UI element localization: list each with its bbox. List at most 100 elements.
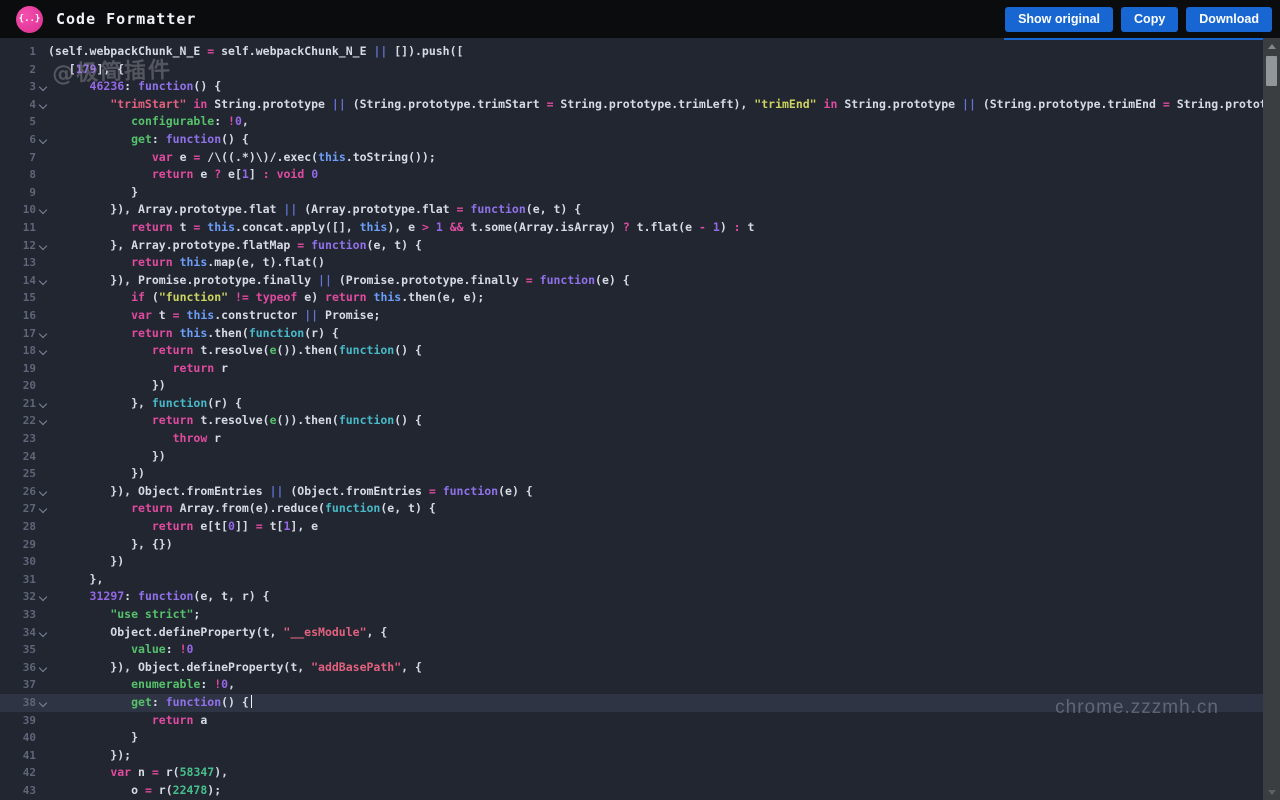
code-line[interactable]: 4 "trimStart" in String.prototype || (St… [0,96,1263,114]
code-line[interactable]: 43 o = r(22478); [0,782,1263,800]
code-line[interactable]: 41 }); [0,747,1263,765]
code-text: return this.then(function(r) { [48,325,339,343]
code-text: return Array.from(e).reduce(function(e, … [48,500,436,518]
fold-chevron-icon[interactable] [36,201,48,219]
fold-chevron-icon[interactable] [36,131,48,149]
code-editor[interactable]: 1(self.webpackChunk_N_E = self.webpackCh… [0,38,1263,800]
code-line[interactable]: 1(self.webpackChunk_N_E = self.webpackCh… [0,43,1263,61]
code-line[interactable]: 38 get: function() { [0,694,1263,712]
code-line[interactable]: 27 return Array.from(e).reduce(function(… [0,500,1263,518]
fold-chevron-icon[interactable] [36,78,48,96]
code-text: if ("function" != typeof e) return this.… [48,289,484,307]
fold-chevron-icon[interactable] [36,624,48,642]
code-line[interactable]: 16 var t = this.constructor || Promise; [0,307,1263,325]
fold-chevron-icon[interactable] [36,588,48,606]
fold-gutter-spacer [36,289,48,307]
app-title: Code Formatter [56,10,196,28]
vertical-scrollbar[interactable] [1263,38,1280,800]
code-line[interactable]: 42 var n = r(58347), [0,764,1263,782]
line-number: 2 [0,61,36,79]
code-text: }), Array.prototype.flat || (Array.proto… [48,201,581,219]
code-text: return e ? e[1] : void 0 [48,166,318,184]
line-number: 25 [0,465,36,483]
code-line[interactable]: 14 }), Promise.prototype.finally || (Pro… [0,272,1263,290]
line-number: 21 [0,395,36,413]
fold-gutter-spacer [36,254,48,272]
code-line[interactable]: 24 }) [0,448,1263,466]
code-line[interactable]: 13 return this.map(e, t).flat() [0,254,1263,272]
line-number: 40 [0,729,36,747]
code-line[interactable]: 11 return t = this.concat.apply([], this… [0,219,1263,237]
code-line[interactable]: 39 return a [0,712,1263,730]
line-number: 26 [0,483,36,501]
code-line[interactable]: 23 throw r [0,430,1263,448]
code-line[interactable]: 10 }), Array.prototype.flat || (Array.pr… [0,201,1263,219]
line-number: 19 [0,360,36,378]
up-arrow-icon [1268,44,1276,49]
code-line[interactable]: 9 } [0,184,1263,202]
code-text: } [48,729,138,747]
code-line[interactable]: 18 return t.resolve(e()).then(function()… [0,342,1263,360]
code-line[interactable]: 25 }) [0,465,1263,483]
fold-gutter-spacer [36,518,48,536]
code-line[interactable]: 40 } [0,729,1263,747]
code-line[interactable]: 31 }, [0,571,1263,589]
code-line[interactable]: 22 return t.resolve(e()).then(function()… [0,412,1263,430]
code-text: Object.defineProperty(t, "__esModule", { [48,624,387,642]
copy-button[interactable]: Copy [1121,7,1178,32]
fold-chevron-icon[interactable] [36,483,48,501]
code-line[interactable]: 7 var e = /\((.*)\)/.exec(this.toString(… [0,149,1263,167]
fold-chevron-icon[interactable] [36,395,48,413]
fold-chevron-icon[interactable] [36,342,48,360]
fold-gutter-spacer [36,571,48,589]
code-line[interactable]: 28 return e[t[0]] = t[1], e [0,518,1263,536]
code-line[interactable]: 30 }) [0,553,1263,571]
code-text: return e[t[0]] = t[1], e [48,518,318,536]
code-line[interactable]: 26 }), Object.fromEntries || (Object.fro… [0,483,1263,501]
code-line[interactable]: 3 46236: function() { [0,78,1263,96]
code-line[interactable]: 34 Object.defineProperty(t, "__esModule"… [0,624,1263,642]
fold-chevron-icon[interactable] [36,694,48,712]
code-line[interactable]: 2 [179], { [0,61,1263,79]
fold-gutter-spacer [36,377,48,395]
fold-gutter-spacer [36,536,48,554]
fold-chevron-icon[interactable] [36,659,48,677]
code-line[interactable]: 33 "use strict"; [0,606,1263,624]
code-line[interactable]: 36 }), Object.defineProperty(t, "addBase… [0,659,1263,677]
code-lines[interactable]: 1(self.webpackChunk_N_E = self.webpackCh… [0,38,1263,800]
code-line[interactable]: 37 enumerable: !0, [0,676,1263,694]
code-line[interactable]: 15 if ("function" != typeof e) return th… [0,289,1263,307]
code-text: }), Object.defineProperty(t, "addBasePat… [48,659,422,677]
code-line[interactable]: 20 }) [0,377,1263,395]
fold-chevron-icon[interactable] [36,96,48,114]
code-line[interactable]: 6 get: function() { [0,131,1263,149]
code-line[interactable]: 17 return this.then(function(r) { [0,325,1263,343]
code-text: get: function() { [48,131,249,149]
fold-chevron-icon[interactable] [36,325,48,343]
line-number: 23 [0,430,36,448]
code-line[interactable]: 29 }, {}) [0,536,1263,554]
download-button[interactable]: Download [1186,7,1272,32]
fold-gutter-spacer [36,729,48,747]
scrollbar-down-arrow[interactable] [1263,784,1280,800]
code-line[interactable]: 19 return r [0,360,1263,378]
fold-chevron-icon[interactable] [36,412,48,430]
line-number: 6 [0,131,36,149]
show-original-button[interactable]: Show original [1005,7,1113,32]
code-line[interactable]: 8 return e ? e[1] : void 0 [0,166,1263,184]
code-line[interactable]: 35 value: !0 [0,641,1263,659]
line-number: 42 [0,764,36,782]
code-line[interactable]: 21 }, function(r) { [0,395,1263,413]
code-text: }, function(r) { [48,395,242,413]
fold-chevron-icon[interactable] [36,237,48,255]
code-text: }) [48,377,166,395]
scrollbar-up-arrow[interactable] [1263,38,1280,54]
code-line[interactable]: 12 }, Array.prototype.flatMap = function… [0,237,1263,255]
code-text: }) [48,448,166,466]
code-line[interactable]: 32 31297: function(e, t, r) { [0,588,1263,606]
scrollbar-thumb[interactable] [1266,56,1277,86]
code-line[interactable]: 5 configurable: !0, [0,113,1263,131]
code-text: var n = r(58347), [48,764,228,782]
fold-chevron-icon[interactable] [36,500,48,518]
fold-chevron-icon[interactable] [36,272,48,290]
